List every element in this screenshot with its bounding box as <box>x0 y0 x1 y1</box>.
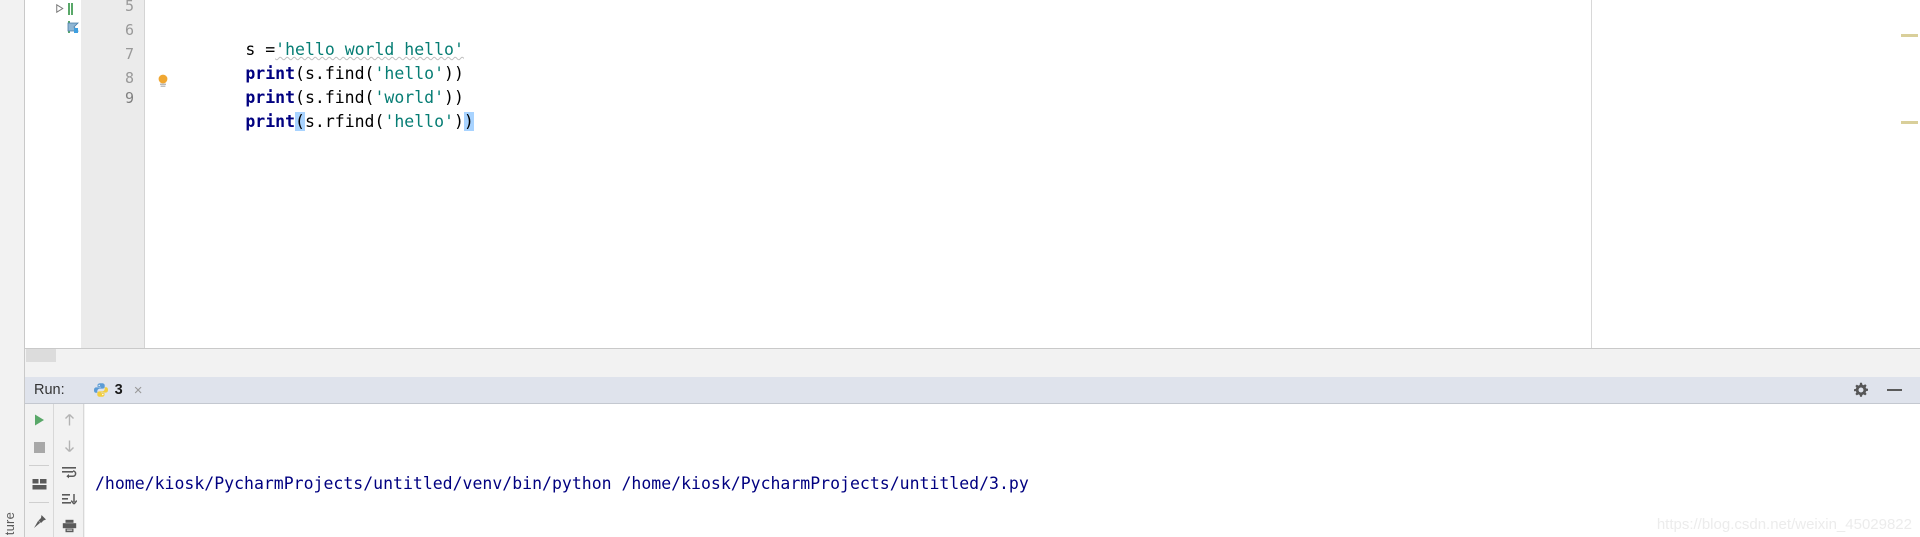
bookmark-icon[interactable] <box>67 22 79 34</box>
pin-icon <box>33 514 46 528</box>
line-number: 5 <box>124 0 134 15</box>
scroll-to-end-button[interactable] <box>58 489 80 511</box>
toolbar-separator <box>29 502 49 503</box>
run-left-tool-strip[interactable]: ture <box>0 377 25 537</box>
line-number: 7 <box>124 45 134 63</box>
pycharm-window: 5 6 7 8 9 s ='hello world hello' print(s… <box>0 0 1920 537</box>
code-token-string: 'hello' <box>384 112 454 131</box>
run-toolbar-primary <box>25 404 54 537</box>
code-text-area[interactable]: s ='hello world hello' print(s.find('hel… <box>146 0 1591 348</box>
code-line-9[interactable]: print(s.rfind('hello')) <box>146 86 474 131</box>
layout-icon <box>32 478 46 489</box>
arrow-up-icon <box>64 413 74 426</box>
line-number-active: 9 <box>124 89 134 107</box>
intention-bulb-icon[interactable] <box>157 74 169 88</box>
editor-area: 5 6 7 8 9 s ='hello world hello' print(s… <box>0 0 1920 377</box>
run-tab-bar: Run: 3 × <box>25 377 1920 404</box>
code-line-6[interactable]: s ='hello world hello' <box>146 14 464 59</box>
minimize-icon[interactable] <box>1887 389 1902 391</box>
code-line-8[interactable]: print(s.find('world')) <box>146 62 464 107</box>
code-token-keyword: print <box>245 112 296 131</box>
rerun-button[interactable] <box>28 409 50 431</box>
line-number-gutter[interactable]: 5 6 7 8 9 <box>81 0 145 348</box>
stop-button[interactable] <box>28 436 50 458</box>
coverage-bars-icon <box>68 2 76 33</box>
code-token: ) <box>453 112 464 131</box>
down-the-stack-trace-button[interactable] <box>58 436 80 458</box>
up-the-stack-trace-button[interactable] <box>58 409 80 431</box>
editor-icon-gutter[interactable] <box>51 0 81 348</box>
run-tabbar-actions <box>1853 382 1902 398</box>
run-tab-name: 3 <box>114 382 123 398</box>
code-token-brace-match: ( <box>295 112 305 131</box>
printer-icon <box>62 519 76 533</box>
toolbar-separator <box>29 465 49 466</box>
editor-bottom-tab-stub[interactable] <box>26 349 56 362</box>
error-stripe-marker[interactable] <box>1901 34 1918 37</box>
print-button[interactable] <box>58 515 80 537</box>
run-label: Run: <box>34 382 65 398</box>
editor-right-margin-line <box>1591 0 1592 348</box>
soft-wrap-button[interactable] <box>58 462 80 484</box>
line-number: 6 <box>124 21 134 39</box>
structure-tool-label[interactable]: ture <box>2 512 17 535</box>
error-stripe-marker[interactable] <box>1901 121 1918 124</box>
code-token: s.rfind( <box>304 112 385 131</box>
arrow-down-icon <box>64 440 74 453</box>
left-tool-strip[interactable] <box>0 0 25 377</box>
settings-gear-icon[interactable] <box>1853 382 1869 398</box>
run-arrow-icon[interactable] <box>54 3 65 14</box>
run-tab-3[interactable]: 3 × <box>93 382 143 398</box>
console-command-line: /home/kiosk/PycharmProjects/untitled/ven… <box>95 474 1029 493</box>
pin-tab-button[interactable] <box>28 510 50 532</box>
green-play-icon <box>35 414 44 426</box>
python-icon <box>93 383 108 397</box>
editor-canvas[interactable]: 5 6 7 8 9 s ='hello world hello' print(s… <box>25 0 1920 348</box>
gray-stop-square-icon <box>33 441 45 453</box>
restore-layout-button[interactable] <box>28 473 50 495</box>
run-toolbar-secondary <box>55 404 84 537</box>
editor-bottom-padding <box>25 348 1920 377</box>
run-console-output[interactable]: /home/kiosk/PycharmProjects/untitled/ven… <box>85 404 1920 537</box>
code-line-7[interactable]: print(s.find('hello')) <box>146 38 464 83</box>
code-token-brace-match: ) <box>463 112 474 131</box>
close-icon[interactable]: × <box>134 383 143 398</box>
scroll-to-end-icon <box>61 494 77 505</box>
run-tool-window: ture Run: 3 × /home/kiosk/PycharmProject… <box>0 377 1920 537</box>
soft-wrap-icon <box>61 467 76 479</box>
